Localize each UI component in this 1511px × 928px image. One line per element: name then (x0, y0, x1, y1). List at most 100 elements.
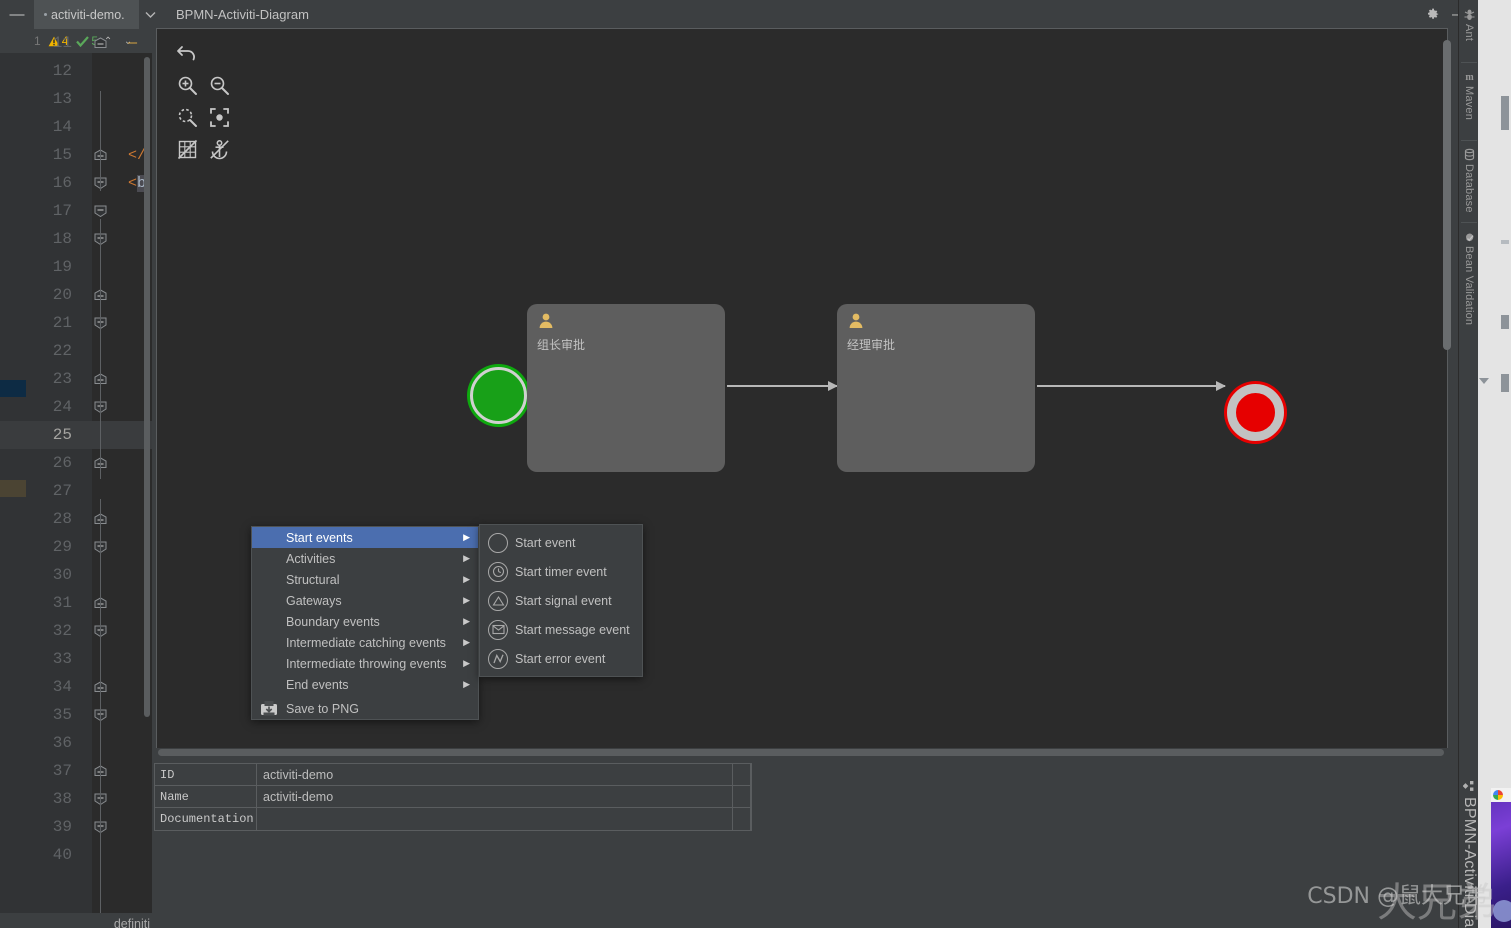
line-number: 11 (52, 34, 72, 52)
editor-line-row[interactable]: 29 (0, 533, 152, 561)
minimize-button[interactable]: — (0, 0, 34, 29)
toggle-grid-button[interactable] (175, 137, 199, 161)
undo-button[interactable] (175, 41, 199, 65)
editor-line-row[interactable]: 31 (0, 589, 152, 617)
line-number: 34 (52, 678, 72, 696)
editor-line-row[interactable]: 27 (0, 477, 152, 505)
editor-line-row[interactable]: 17 (0, 197, 152, 225)
sidebar-item-bean-validation-label: Bean Validation (1463, 246, 1475, 326)
line-number: 38 (52, 790, 72, 808)
context-menu-item-activities[interactable]: Activities ▶ (252, 548, 478, 569)
line-number: 15 (52, 146, 72, 164)
save-icon (260, 700, 278, 720)
editor-file-tab[interactable]: activiti-demo. (34, 0, 139, 29)
file-tab-dropdown-button[interactable] (139, 0, 161, 29)
sidebar-item-maven[interactable]: m Maven (1459, 70, 1479, 120)
line-number: 16 (52, 174, 72, 192)
editor-line-row[interactable]: 20 (0, 281, 152, 309)
editor-line-row[interactable]: 40 (0, 841, 152, 869)
context-menu-item-boundary-events[interactable]: Boundary events ▶ (252, 611, 478, 632)
sidebar-item-database[interactable]: Database (1459, 148, 1479, 213)
bpmn-start-event[interactable] (470, 367, 527, 424)
editor-line-row[interactable]: 11 — (0, 29, 152, 57)
zoom-in-button[interactable] (175, 73, 199, 97)
diagram-icon (1462, 781, 1473, 791)
start-events-submenu[interactable]: Start event Start timer event Start signal… (479, 524, 643, 677)
editor-line-row[interactable]: 39 (0, 813, 152, 841)
editor-line-row[interactable]: 23 (0, 365, 152, 393)
line-number: 40 (52, 846, 72, 864)
editor-line-row[interactable]: 28 (0, 505, 152, 533)
file-modified-dot (44, 13, 47, 16)
editor-line-row[interactable]: 21 (0, 309, 152, 337)
toggle-snap-icon (209, 139, 229, 159)
editor-line-row[interactable]: 16 <b (0, 169, 152, 197)
editor-vertical-scrollbar[interactable] (144, 57, 150, 717)
context-menu-item-intermediate-throwing-events[interactable]: Intermediate throwing events ▶ (252, 653, 478, 674)
properties-row: Documentation (155, 808, 751, 830)
context-menu-item-structural[interactable]: Structural ▶ (252, 569, 478, 590)
editor-line-row[interactable]: 30 (0, 561, 152, 589)
background-window-browser (1491, 788, 1511, 928)
timer-icon (488, 561, 508, 582)
sidebar-item-bpmn-diagram[interactable]: BPMN-Activiti-Diagram (1459, 780, 1479, 928)
fold-collapse-icon[interactable] (92, 29, 108, 57)
bpmn-end-event[interactable] (1227, 384, 1284, 441)
property-value[interactable]: activiti-demo (257, 764, 733, 785)
editor-line-row[interactable]: 22 (0, 337, 152, 365)
editor-line-row[interactable]: 12 (0, 57, 152, 85)
settings-button[interactable] (1418, 0, 1446, 29)
context-menu-item-start-events[interactable]: Start events ▶ (252, 527, 478, 548)
zoom-out-button[interactable] (207, 73, 231, 97)
editor-line-row[interactable]: 24 (0, 393, 152, 421)
diagram-vertical-scrollbar[interactable] (1443, 40, 1451, 350)
editor-line-row[interactable]: 35 (0, 701, 152, 729)
context-menu-item-end-events[interactable]: End events ▶ (252, 674, 478, 695)
editor-line-row[interactable]: 33 (0, 645, 152, 673)
submenu-item-label: Start signal event (515, 593, 612, 608)
breadcrumb[interactable]: definiti (0, 913, 152, 928)
editor-line-row[interactable]: 34 (0, 673, 152, 701)
editor-line-row[interactable]: 25 (0, 421, 152, 449)
diagram-horizontal-scrollbar[interactable] (158, 749, 1444, 756)
bean-validation-icon (1465, 233, 1474, 242)
editor-line-row[interactable]: 26 (0, 449, 152, 477)
submenu-item-start-error-event[interactable]: Start error event (480, 644, 642, 673)
property-key: Name (155, 786, 257, 807)
submenu-item-start-event[interactable]: Start event (480, 528, 642, 557)
properties-table[interactable]: ID activiti-demo Name activiti-demo Document… (154, 763, 752, 831)
property-key: Documentation (155, 808, 257, 830)
zoom-fit-button[interactable] (207, 105, 231, 129)
submenu-item-start-signal-event[interactable]: Start signal event (480, 586, 642, 615)
submenu-arrow-icon: ▶ (463, 679, 470, 689)
chevron-down-icon (145, 12, 155, 18)
sidebar-item-ant[interactable]: Ant (1459, 8, 1479, 41)
sequence-flow-3 (1037, 381, 1226, 391)
context-menu-item-intermediate-catching-events[interactable]: Intermediate catching events ▶ (252, 632, 478, 653)
editor-line-row[interactable]: 38 (0, 785, 152, 813)
bpmn-user-task-2[interactable]: 经理审批 (837, 304, 1035, 472)
editor-line-row[interactable]: 19 (0, 253, 152, 281)
bpmn-user-task-1[interactable]: 组长审批 (527, 304, 725, 472)
database-icon (1464, 148, 1474, 161)
line-number: 25 (52, 426, 72, 444)
sidebar-item-bean-validation[interactable]: Bean Validation (1459, 230, 1479, 325)
toggle-anchor-button[interactable] (207, 137, 231, 161)
editor-line-row[interactable]: 14 (0, 113, 152, 141)
zoom-actual-icon (178, 108, 197, 127)
property-value[interactable]: activiti-demo (257, 786, 733, 807)
sidebar-item-maven-label: Maven (1463, 86, 1475, 121)
submenu-item-start-timer-event[interactable]: Start timer event (480, 557, 642, 586)
editor-line-row[interactable]: 37 (0, 757, 152, 785)
property-value[interactable] (257, 808, 733, 830)
context-menu-item-save-to-png[interactable]: Save to PNG (252, 698, 478, 719)
submenu-item-start-message-event[interactable]: Start message event (480, 615, 642, 644)
editor-line-row[interactable]: 18 (0, 225, 152, 253)
editor-line-row[interactable]: 13 (0, 85, 152, 113)
editor-line-row[interactable]: 15 </ (0, 141, 152, 169)
diagram-context-menu[interactable]: Start events ▶ Activities ▶ Structural ▶ Gatew… (251, 526, 479, 720)
editor-line-row[interactable]: 36 (0, 729, 152, 757)
context-menu-item-gateways[interactable]: Gateways ▶ (252, 590, 478, 611)
zoom-actual-size-button[interactable] (175, 105, 199, 129)
editor-line-row[interactable]: 32 (0, 617, 152, 645)
